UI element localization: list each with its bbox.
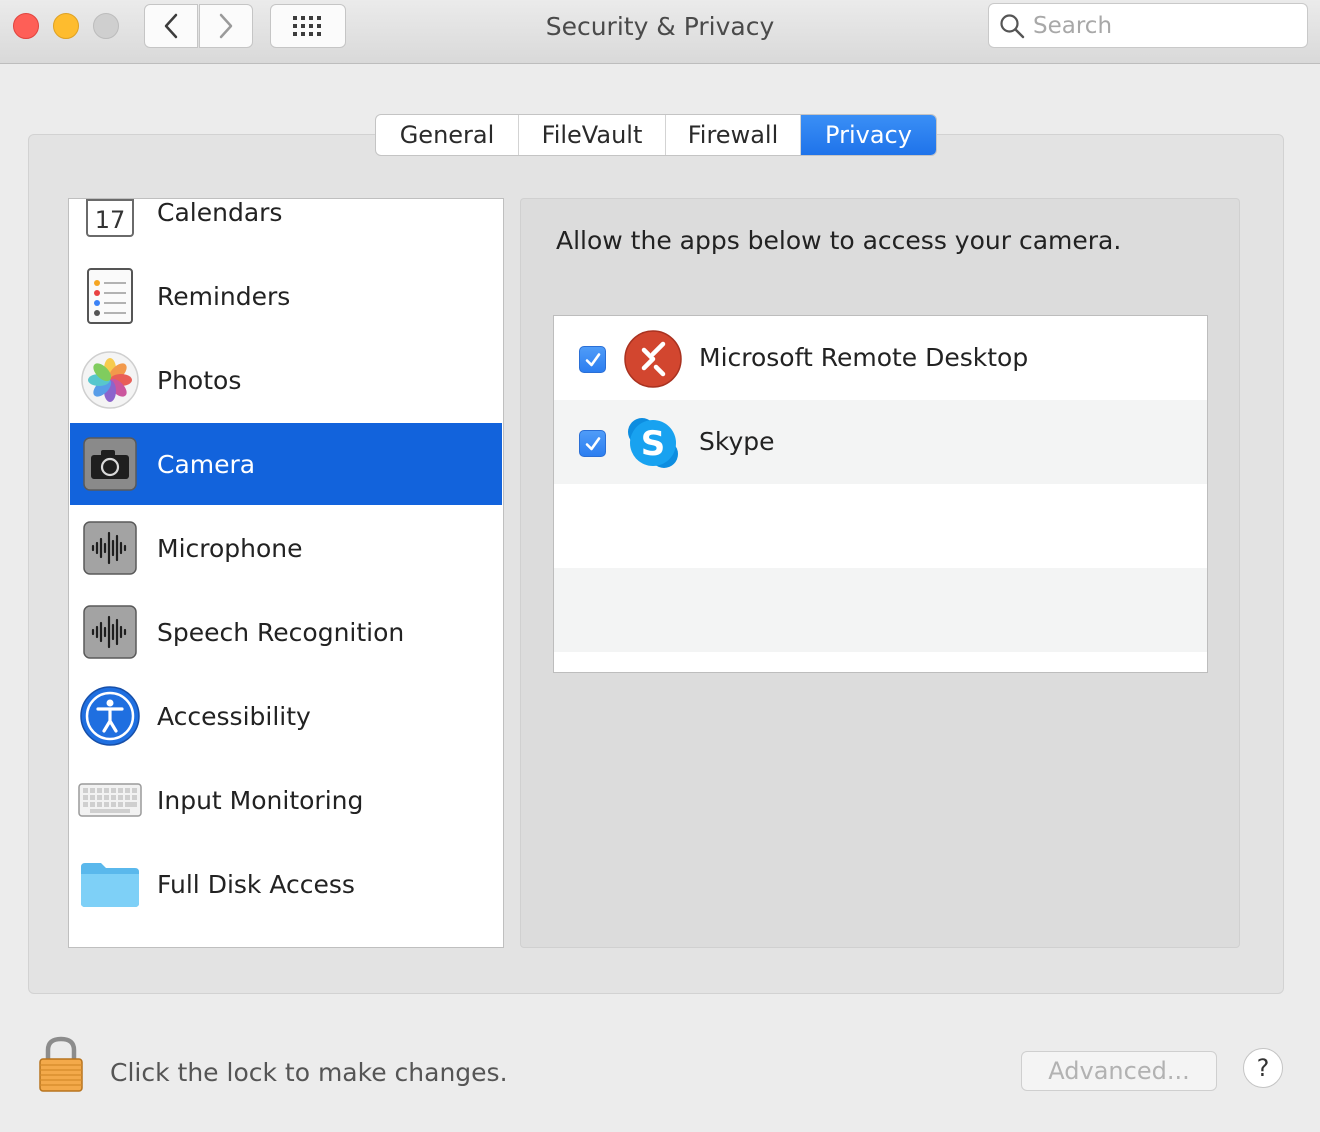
privacy-category-list[interactable]: 17 Calendars Reminders Photos Camera Mic… xyxy=(68,198,504,948)
sidebar-item-accessibility[interactable]: Accessibility xyxy=(70,675,502,757)
tab-general[interactable]: General xyxy=(376,115,519,155)
photos-icon xyxy=(78,348,142,412)
sidebar-item-label: Calendars xyxy=(157,198,283,227)
reminders-icon xyxy=(78,264,142,328)
checkmark-icon xyxy=(585,436,600,450)
speech-recognition-icon xyxy=(78,600,142,664)
app-permission-checkbox[interactable] xyxy=(579,346,606,373)
accessibility-icon xyxy=(78,684,142,748)
lock-status-text: Click the lock to make changes. xyxy=(110,1058,508,1087)
tab-firewall[interactable]: Firewall xyxy=(666,115,801,155)
sidebar-item-label: Full Disk Access xyxy=(157,869,355,899)
app-row-empty xyxy=(554,484,1207,568)
sidebar-item-label: Microphone xyxy=(157,533,303,563)
sidebar-item-calendars[interactable]: 17 Calendars xyxy=(70,198,502,253)
search-input[interactable]: Search xyxy=(988,3,1308,48)
microphone-icon xyxy=(78,516,142,580)
folder-icon xyxy=(78,852,142,916)
keyboard-icon xyxy=(78,768,142,832)
app-name: Skype xyxy=(699,427,775,456)
sidebar-item-camera[interactable]: Camera xyxy=(70,423,502,505)
app-row-skype[interactable]: S Skype xyxy=(554,400,1207,484)
svg-text:17: 17 xyxy=(95,206,126,234)
sidebar-item-input-monitoring[interactable]: Input Monitoring xyxy=(70,759,502,841)
tab-bar: General FileVault Firewall Privacy xyxy=(375,114,937,156)
app-permission-list[interactable]: Microsoft Remote Desktop S Skype xyxy=(553,315,1208,673)
sidebar-item-reminders[interactable]: Reminders xyxy=(70,255,502,337)
app-permission-checkbox[interactable] xyxy=(579,430,606,457)
sidebar-item-label: Reminders xyxy=(157,281,291,311)
panel-heading: Allow the apps below to access your came… xyxy=(556,226,1122,255)
skype-icon: S xyxy=(624,414,682,472)
tab-privacy[interactable]: Privacy xyxy=(801,115,936,155)
sidebar-item-photos[interactable]: Photos xyxy=(70,339,502,421)
advanced-button[interactable]: Advanced... xyxy=(1021,1051,1217,1091)
sidebar-item-label: Photos xyxy=(157,365,242,395)
remote-desktop-icon xyxy=(624,330,682,388)
help-button[interactable]: ? xyxy=(1243,1048,1283,1088)
sidebar-item-label: Camera xyxy=(157,449,256,479)
svg-text:S: S xyxy=(641,424,666,464)
tab-filevault[interactable]: FileVault xyxy=(519,115,666,155)
search-placeholder: Search xyxy=(1033,12,1113,39)
sidebar-item-label: Accessibility xyxy=(157,701,311,731)
sidebar-item-label: Speech Recognition xyxy=(157,617,405,647)
checkmark-icon xyxy=(585,352,600,366)
sidebar-item-microphone[interactable]: Microphone xyxy=(70,507,502,589)
camera-icon xyxy=(78,432,142,496)
title-bar: Security & Privacy Search xyxy=(0,0,1320,64)
sidebar-item-full-disk-access[interactable]: Full Disk Access xyxy=(70,843,502,925)
app-row-microsoft-remote-desktop[interactable]: Microsoft Remote Desktop xyxy=(554,316,1207,400)
app-name: Microsoft Remote Desktop xyxy=(699,343,1029,372)
calendar-icon: 17 xyxy=(78,199,142,244)
lock-icon[interactable] xyxy=(37,1036,85,1094)
search-icon xyxy=(1000,13,1025,38)
sidebar-item-speech-recognition[interactable]: Speech Recognition xyxy=(70,591,502,673)
app-row-empty xyxy=(554,568,1207,652)
sidebar-item-label: Input Monitoring xyxy=(157,785,364,815)
